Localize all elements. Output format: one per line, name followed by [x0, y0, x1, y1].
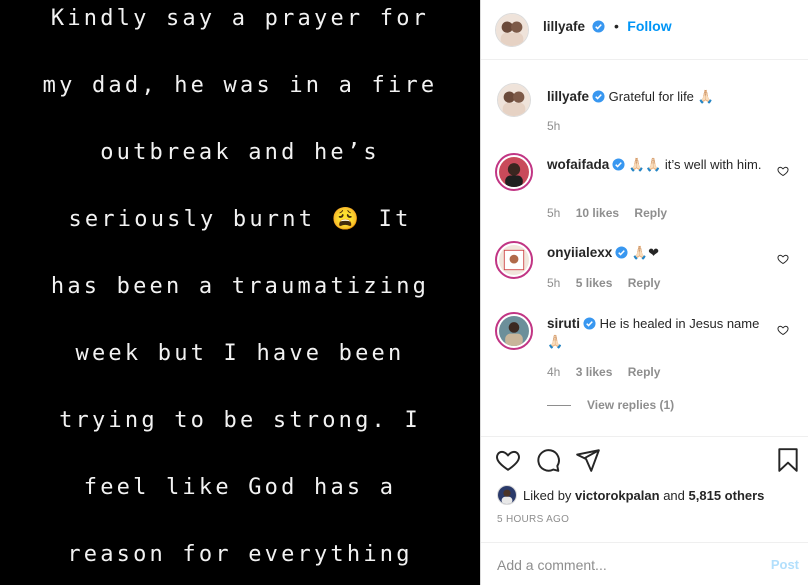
- add-comment-bar: Post: [481, 542, 808, 585]
- heart-icon[interactable]: [777, 253, 789, 265]
- comment-likes[interactable]: 3 likes: [576, 365, 613, 379]
- view-replies-label: View replies (1): [587, 398, 675, 412]
- comment-time: 4h: [547, 365, 561, 379]
- caption-username[interactable]: lillyafe: [547, 89, 589, 104]
- comment-username[interactable]: onyiialexx: [547, 245, 612, 260]
- comment-text: 🙏🏻🙏🏻 it’s well with him.: [628, 157, 762, 172]
- verified-badge-icon: [615, 246, 628, 259]
- liked-by-conj: and: [663, 488, 685, 503]
- verified-badge-icon: [612, 158, 625, 171]
- liker-avatar[interactable]: [497, 485, 517, 505]
- share-icon[interactable]: [575, 447, 601, 473]
- comment-likes[interactable]: 5 likes: [576, 276, 613, 290]
- heart-icon[interactable]: [495, 447, 521, 473]
- post-side-panel: lillyafe • Follow lillyafe Grateful for …: [480, 0, 808, 585]
- separator-dot: •: [613, 18, 619, 34]
- caption-text: Grateful for life 🙏🏻: [608, 89, 714, 104]
- post-header: lillyafe • Follow: [481, 0, 808, 60]
- heart-icon[interactable]: [777, 165, 789, 177]
- caption-time: 5h: [547, 119, 561, 133]
- reply-button[interactable]: Reply: [628, 276, 661, 290]
- comment-text: 🙏🏻❤: [631, 245, 660, 260]
- image-text-line: trying to be strong. I: [59, 408, 421, 433]
- author-username[interactable]: lillyafe: [543, 19, 585, 34]
- comment-input[interactable]: [497, 555, 747, 575]
- list-item: onyiialexx 🙏🏻❤ 5h 5 likes Reply: [495, 241, 797, 301]
- follow-button[interactable]: Follow: [627, 18, 671, 34]
- comments-section: lillyafe Grateful for life 🙏🏻 5h wofaifa…: [481, 61, 808, 435]
- liked-by-prefix: Liked by: [523, 488, 572, 503]
- comment-username[interactable]: wofaifada: [547, 157, 609, 172]
- comment-icon[interactable]: [535, 447, 561, 473]
- post-timestamp[interactable]: 5 HOURS AGO: [497, 514, 569, 525]
- liked-by: Liked by victorokpalan and 5,815 others: [497, 485, 764, 505]
- list-item: wofaifada 🙏🏻🙏🏻 it’s well with him. 5h 10…: [495, 153, 797, 223]
- reply-button[interactable]: Reply: [634, 206, 667, 220]
- author-avatar[interactable]: [495, 13, 529, 47]
- commenter-avatar[interactable]: [495, 241, 533, 279]
- comment-likes[interactable]: 10 likes: [576, 206, 619, 220]
- view-replies-button[interactable]: View replies (1): [547, 398, 674, 412]
- bookmark-icon[interactable]: [775, 447, 801, 473]
- heart-icon[interactable]: [777, 324, 789, 336]
- image-text-line: feel like God has a: [83, 475, 397, 500]
- post-button[interactable]: Post: [771, 557, 799, 572]
- replies-divider: [547, 405, 571, 407]
- verified-badge-icon: [592, 90, 605, 103]
- liked-by-user[interactable]: victorokpalan: [575, 488, 660, 503]
- post-image: Kindly say a prayer for my dad, he was i…: [0, 0, 480, 585]
- image-text-line: seriously burnt 😩 It: [68, 207, 412, 232]
- liked-by-others[interactable]: 5,815 others: [689, 488, 765, 503]
- image-text-line: week but I have been: [75, 341, 405, 366]
- verified-badge-icon: [583, 317, 596, 330]
- comment-username[interactable]: siruti: [547, 316, 580, 331]
- image-text-line: reason for everything: [67, 542, 413, 567]
- image-text-line: has been a traumatizing: [50, 274, 430, 299]
- reply-button[interactable]: Reply: [628, 365, 661, 379]
- verified-badge-icon: [592, 20, 606, 33]
- list-item: siruti He is healed in Jesus name 🙏🏻 4h …: [495, 312, 797, 382]
- comment-time: 5h: [547, 206, 561, 220]
- post-actions: Liked by victorokpalan and 5,815 others …: [481, 436, 808, 536]
- comment-time: 5h: [547, 276, 561, 290]
- caption: lillyafe Grateful for life 🙏🏻 5h: [497, 83, 797, 133]
- commenter-avatar[interactable]: [495, 312, 533, 350]
- image-text-line: my dad, he was in a fire: [42, 73, 438, 98]
- image-text-line: outbreak and he’s: [100, 140, 380, 165]
- image-text-line: Kindly say a prayer for: [50, 6, 430, 31]
- commenter-avatar[interactable]: [495, 153, 533, 191]
- caption-avatar[interactable]: [497, 83, 531, 117]
